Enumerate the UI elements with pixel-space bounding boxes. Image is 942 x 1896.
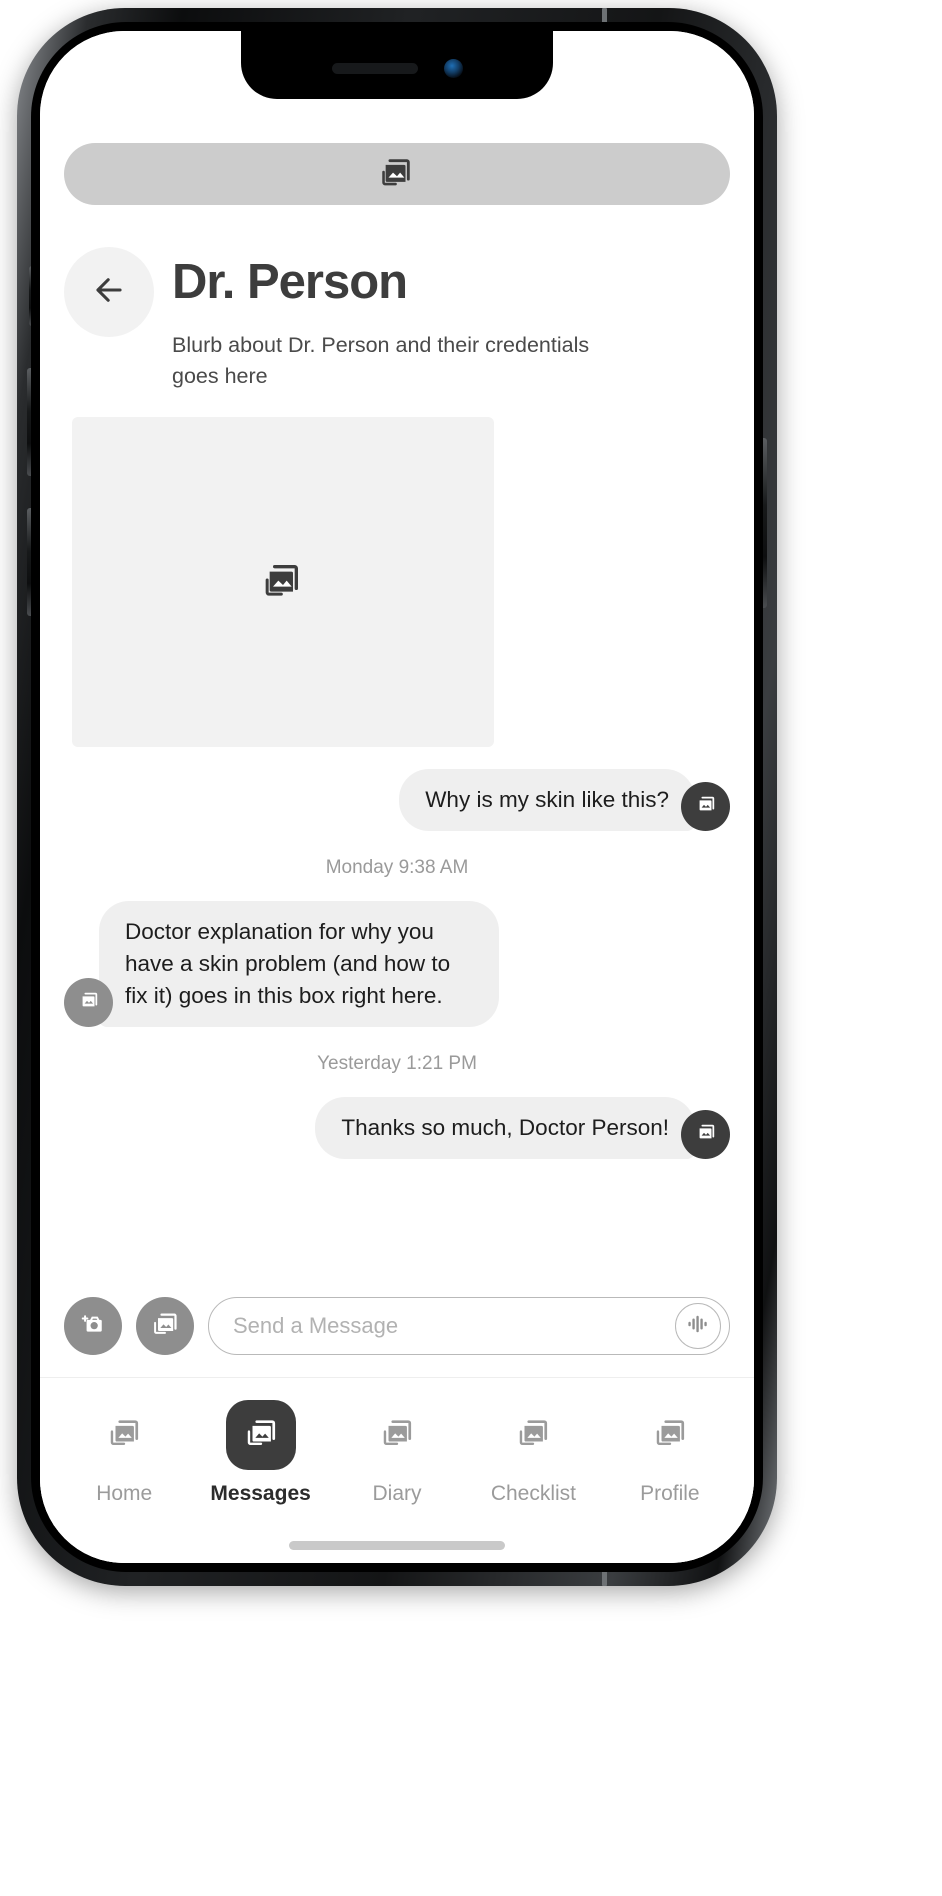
doctor-header-text: Dr. Person Blurb about Dr. Person and th… xyxy=(172,247,592,391)
nav-icon-wrapper xyxy=(89,1400,159,1470)
nav-icon-wrapper xyxy=(362,1400,432,1470)
arrow-left-icon xyxy=(90,271,128,314)
screenshot-root: Dr. Person Blurb about Dr. Person and th… xyxy=(0,0,942,1896)
nav-icon-wrapper xyxy=(498,1400,568,1470)
nav-item-diary[interactable]: Diary xyxy=(329,1400,465,1506)
photo-library-button[interactable] xyxy=(136,1297,194,1355)
image-placeholder-icon xyxy=(695,1121,717,1148)
doctor-blurb: Blurb about Dr. Person and their credent… xyxy=(172,333,590,388)
image-placeholder-icon xyxy=(695,793,717,820)
message-bubble[interactable]: Thanks so much, Doctor Person! xyxy=(315,1097,695,1160)
image-placeholder-icon xyxy=(380,1416,414,1455)
nav-icon-wrapper xyxy=(635,1400,705,1470)
doctor-header: Dr. Person Blurb about Dr. Person and th… xyxy=(64,247,730,391)
avatar[interactable] xyxy=(681,782,730,832)
image-placeholder-icon xyxy=(78,989,100,1016)
timestamp: Monday 9:38 AM xyxy=(325,857,469,879)
message-bubble[interactable]: Why is my skin like this? xyxy=(399,769,695,832)
hero-image-placeholder[interactable] xyxy=(72,417,494,748)
conversation-scroll-area[interactable]: Dr. Person Blurb about Dr. Person and th… xyxy=(40,31,754,1279)
voice-waveform-icon xyxy=(683,1309,713,1344)
nav-label: Profile xyxy=(640,1482,700,1505)
image-placeholder-icon xyxy=(653,1416,687,1455)
image-placeholder-icon xyxy=(380,155,414,194)
nav-item-profile[interactable]: Profile xyxy=(602,1400,738,1506)
avatar[interactable] xyxy=(64,978,113,1028)
timestamp: Yesterday 1:21 PM xyxy=(317,1053,477,1075)
home-indicator[interactable] xyxy=(289,1540,505,1550)
chat-app: Dr. Person Blurb about Dr. Person and th… xyxy=(40,31,754,1563)
message-row-outgoing: Why is my skin like this? xyxy=(64,769,730,832)
image-placeholder-icon xyxy=(244,1416,278,1455)
nav-label: Checklist xyxy=(490,1482,577,1505)
image-placeholder-icon xyxy=(263,560,303,605)
image-placeholder-icon xyxy=(516,1416,550,1455)
message-input[interactable]: Send a Message xyxy=(233,1313,675,1339)
nav-label: Messages xyxy=(210,1482,311,1505)
home-indicator-area xyxy=(40,1527,754,1563)
phone-screen: Dr. Person Blurb about Dr. Person and th… xyxy=(40,31,754,1563)
image-placeholder-icon xyxy=(107,1416,141,1455)
camera-add-icon xyxy=(79,1310,107,1343)
nav-icon-wrapper xyxy=(225,1400,296,1470)
back-button[interactable] xyxy=(64,247,154,337)
message-input-wrapper[interactable]: Send a Message xyxy=(208,1297,730,1355)
avatar[interactable] xyxy=(681,1110,730,1160)
device-notch xyxy=(241,31,553,99)
message-composer: Send a Message xyxy=(40,1279,754,1377)
message-row-incoming: Doctor explanation for why you have a sk… xyxy=(64,901,730,1028)
camera-button[interactable] xyxy=(64,1297,122,1355)
message-bubble[interactable]: Doctor explanation for why you have a sk… xyxy=(99,901,499,1028)
nav-item-checklist[interactable]: Checklist xyxy=(465,1400,601,1506)
bottom-navigation: Home Messages Diary Checklist Profile xyxy=(40,1377,754,1527)
message-row-outgoing: Thanks so much, Doctor Person! xyxy=(64,1097,730,1160)
nav-label: Home xyxy=(96,1482,153,1505)
image-placeholder-icon xyxy=(151,1310,179,1343)
phone-device-frame: Dr. Person Blurb about Dr. Person and th… xyxy=(17,8,777,1586)
nav-label: Diary xyxy=(372,1482,422,1505)
page-title: Dr. Person xyxy=(172,255,408,309)
nav-item-messages[interactable]: Messages xyxy=(192,1400,328,1506)
front-camera-icon xyxy=(443,58,463,78)
speaker-grill-icon xyxy=(331,62,418,74)
nav-item-home[interactable]: Home xyxy=(56,1400,192,1506)
top-banner[interactable] xyxy=(64,143,730,205)
voice-record-button[interactable] xyxy=(675,1303,721,1349)
